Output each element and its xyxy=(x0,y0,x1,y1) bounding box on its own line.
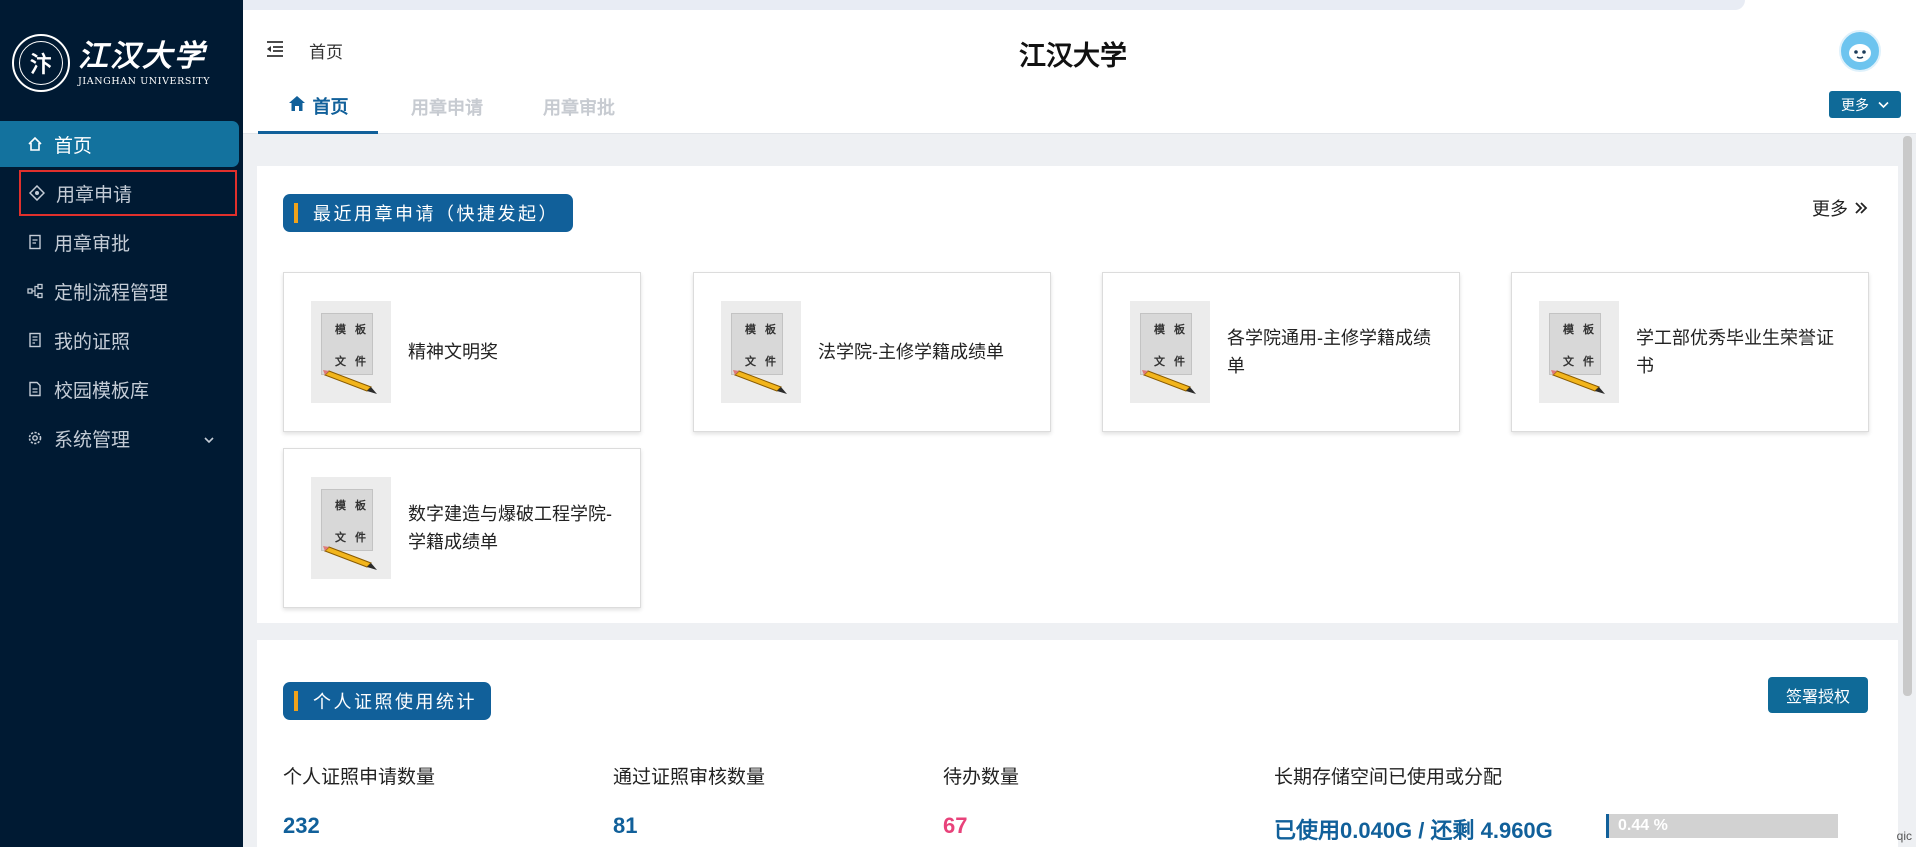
section-title: 最近用章申请（快捷发起） xyxy=(283,194,573,232)
page-scrollbar[interactable] xyxy=(1903,136,1912,696)
tab-seal-approval[interactable]: 用章审批 xyxy=(543,80,615,134)
application-count: 232 xyxy=(283,813,320,838)
sidebar-item-label: 定制流程管理 xyxy=(54,282,169,304)
sidebar-item-my-certificates[interactable]: 我的证照 xyxy=(0,317,239,363)
stat-label: 待办数量 xyxy=(943,767,1020,788)
tab-home[interactable]: 首页 xyxy=(258,80,378,134)
more-label: 更多 xyxy=(1812,199,1848,219)
pending-count: 67 xyxy=(943,813,968,838)
thumbnail-text: 板 xyxy=(765,324,776,336)
browser-strip xyxy=(0,0,1916,18)
section-title: 个人证照使用统计 xyxy=(283,682,491,720)
chevron-down-icon xyxy=(203,430,215,452)
pencil-icon xyxy=(1142,370,1196,394)
pencil-icon xyxy=(1551,370,1605,394)
thumbnail-text: 模 xyxy=(335,324,346,336)
sidebar-item-label: 系统管理 xyxy=(54,429,131,451)
template-thumbnail: 模 板 文 件 xyxy=(311,477,391,579)
target-icon xyxy=(28,184,46,202)
sidebar-item-label: 校园模板库 xyxy=(54,380,150,402)
template-card[interactable]: 模 板 文 件 数字建造与爆破工程学院-学籍成绩单 xyxy=(283,448,641,608)
storage-usage: 已使用0.040G / 还剩 4.960G xyxy=(1274,818,1553,843)
thumbnail-text: 模 xyxy=(745,324,756,336)
sign-authorization-button[interactable]: 签署授权 xyxy=(1768,677,1868,713)
university-logo: 汴 江汉大学 JIANGHAN UNIVERSITY xyxy=(12,34,210,92)
gear-icon xyxy=(26,429,44,447)
sidebar-item-system-management[interactable]: 系统管理 xyxy=(0,415,239,461)
brand-name-en: JIANGHAN UNIVERSITY xyxy=(78,75,211,87)
tab-label: 用章申请 xyxy=(411,98,483,118)
thumbnail-text: 模 xyxy=(1563,324,1574,336)
top-header: 首页 江汉大学 xyxy=(243,18,1916,80)
thumbnail-text: 板 xyxy=(1583,324,1594,336)
brand-name-cn: 江汉大学 xyxy=(78,38,206,74)
tab-bar: 首页 用章申请 用章审批 更多 xyxy=(243,80,1916,134)
template-icon xyxy=(26,380,44,398)
watermark-text: qic xyxy=(1896,829,1912,843)
chevron-down-icon xyxy=(1878,101,1889,108)
more-label: 更多 xyxy=(1841,96,1869,113)
sidebar-item-label: 首页 xyxy=(54,135,93,157)
double-chevron-right-icon xyxy=(1855,202,1868,214)
sidebar-item-label: 我的证照 xyxy=(54,331,131,353)
recent-applications-panel: 最近用章申请（快捷发起） 更多 模 板 文 件 精神文明奖 模 板 文 件 法学… xyxy=(257,166,1898,623)
tabs-more-button[interactable]: 更多 xyxy=(1829,91,1901,118)
template-card[interactable]: 模 板 文 件 精神文明奖 xyxy=(283,272,641,432)
home-icon xyxy=(288,95,306,117)
template-thumbnail: 模 板 文 件 xyxy=(1539,301,1619,403)
certificate-stats-panel: 个人证照使用统计 签署授权 个人证照申请数量 通过证照审核数量 待办数量 长期存… xyxy=(257,640,1898,847)
certificate-icon xyxy=(26,331,44,349)
template-card[interactable]: 模 板 文 件 法学院-主修学籍成绩单 xyxy=(693,272,1051,432)
template-thumbnail: 模 板 文 件 xyxy=(721,301,801,403)
breadcrumb: 首页 xyxy=(309,43,343,62)
progress-label: 0.44 % xyxy=(1618,817,1668,834)
sidebar-nav: 首页 用章申请 用章审批 定制流程管理 我的证照 校园模板库 系统管理 xyxy=(0,121,243,464)
sidebar: 汴 江汉大学 JIANGHAN UNIVERSITY 首页 用章申请 用章审批 xyxy=(0,0,243,847)
template-card[interactable]: 模 板 文 件 学工部优秀毕业生荣誉证书 xyxy=(1511,272,1869,432)
thumbnail-text: 板 xyxy=(355,500,366,512)
page-title: 江汉大学 xyxy=(1019,41,1127,71)
sidebar-item-flow-management[interactable]: 定制流程管理 xyxy=(0,268,239,314)
pencil-icon xyxy=(323,546,377,570)
approved-count: 81 xyxy=(613,813,638,838)
template-name: 各学院通用-主修学籍成绩单 xyxy=(1227,328,1431,376)
recent-more-link[interactable]: 更多 xyxy=(1812,195,1868,221)
template-name: 精神文明奖 xyxy=(408,342,498,362)
thumbnail-text: 板 xyxy=(1174,324,1185,336)
flow-icon xyxy=(26,282,44,300)
thumbnail-text: 模 xyxy=(1154,324,1165,336)
sidebar-item-label: 用章审批 xyxy=(54,233,131,255)
sidebar-item-seal-application[interactable]: 用章申请 xyxy=(19,170,237,216)
menu-collapse-icon[interactable] xyxy=(265,40,285,58)
template-name: 数字建造与爆破工程学院-学籍成绩单 xyxy=(408,504,612,552)
template-name: 学工部优秀毕业生荣誉证书 xyxy=(1636,328,1834,376)
document-check-icon xyxy=(26,233,44,251)
template-name: 法学院-主修学籍成绩单 xyxy=(818,342,1004,362)
storage-progress-bar: 0.44 % xyxy=(1606,814,1838,838)
home-icon xyxy=(26,135,44,153)
stat-label: 个人证照申请数量 xyxy=(283,767,436,788)
sidebar-item-home[interactable]: 首页 xyxy=(0,121,239,167)
thumbnail-text: 模 xyxy=(335,500,346,512)
template-thumbnail: 模 板 文 件 xyxy=(1130,301,1210,403)
university-seal-icon: 汴 xyxy=(12,34,70,92)
sidebar-item-seal-approval[interactable]: 用章审批 xyxy=(0,219,239,265)
progress-fill xyxy=(1606,814,1610,838)
tab-label: 用章审批 xyxy=(543,98,615,118)
sidebar-item-label: 用章申请 xyxy=(56,184,133,206)
pencil-icon xyxy=(323,370,377,394)
avatar[interactable] xyxy=(1839,30,1881,72)
stat-label: 通过证照审核数量 xyxy=(613,767,766,788)
template-card[interactable]: 模 板 文 件 各学院通用-主修学籍成绩单 xyxy=(1102,272,1460,432)
pencil-icon xyxy=(733,370,787,394)
sidebar-item-template-library[interactable]: 校园模板库 xyxy=(0,366,239,412)
template-thumbnail: 模 板 文 件 xyxy=(311,301,391,403)
tab-seal-application[interactable]: 用章申请 xyxy=(411,80,483,134)
stat-label: 长期存储空间已使用或分配 xyxy=(1274,767,1503,788)
thumbnail-text: 板 xyxy=(355,324,366,336)
tab-label: 首页 xyxy=(312,96,349,117)
